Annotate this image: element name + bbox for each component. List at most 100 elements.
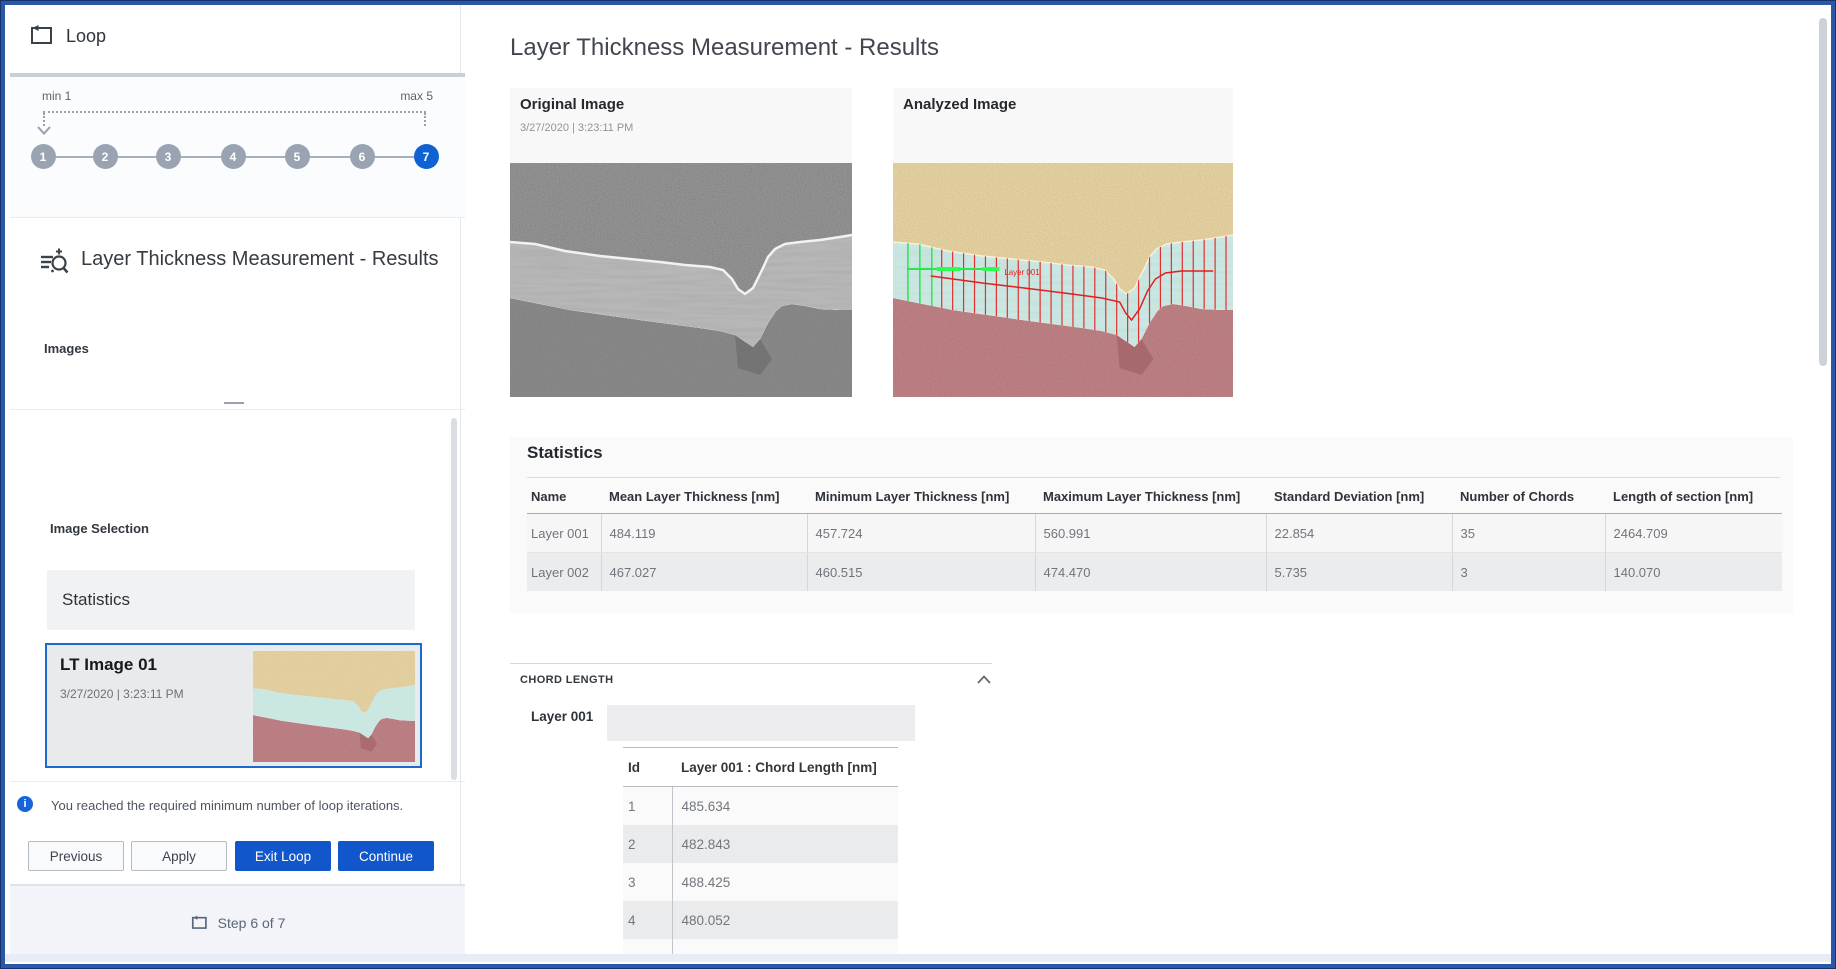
original-image-timestamp: 3/27/2020 | 3:23:11 PM	[520, 122, 633, 134]
image-card-lt-image-01[interactable]: LT Image 01 3/27/2020 | 3:23:11 PM	[45, 643, 422, 768]
stepper-range-line	[43, 111, 426, 113]
loop-sidebar: Loop min 1 max 5 1 2 3 4 5 6 7	[5, 5, 461, 954]
cell-chords: 3	[1452, 553, 1605, 592]
cell-mean: 467.027	[601, 553, 807, 592]
stepper-min-label: min 1	[42, 89, 71, 103]
measurement-results-icon	[39, 247, 71, 277]
column-header-maximum: Maximum Layer Thickness [nm]	[1035, 478, 1266, 514]
statistics-title: Statistics	[527, 443, 603, 463]
image-card-thumbnail	[253, 651, 415, 762]
cell-length: 140.070	[1605, 553, 1782, 592]
analyzed-image-card-header: Analyzed Image	[893, 88, 1233, 163]
step-5[interactable]: 5	[285, 144, 310, 169]
column-header-chord-length: Layer 001 : Chord Length [nm]	[672, 748, 898, 787]
sidebar-item-statistics[interactable]: Statistics	[47, 570, 415, 630]
cell-id: 4	[623, 901, 672, 939]
images-section-label: Images	[44, 341, 89, 356]
module-title: Layer Thickness Measurement - Results	[81, 248, 439, 271]
stepper-range-right-drop	[424, 113, 426, 126]
image-selection-label: Image Selection	[50, 521, 149, 536]
analyzed-image-title: Analyzed Image	[903, 96, 1016, 113]
step-counter: Step 6 of 7	[218, 915, 286, 931]
cell-id	[623, 939, 672, 955]
chord-length-section-title: CHORD LENGTH	[520, 674, 613, 686]
chord-length-table: Id Layer 001 : Chord Length [nm] 1 485.6…	[623, 747, 898, 955]
step-4-number: 4	[230, 150, 237, 164]
panel-resize-handle[interactable]	[224, 402, 244, 404]
cell-id: 2	[623, 825, 672, 863]
column-header-chords: Number of Chords	[1452, 478, 1605, 514]
analyzed-sem-image: Layer 001	[893, 163, 1233, 397]
chord-row-4: 4 480.052	[623, 901, 898, 939]
main-scrollbar-thumb[interactable]	[1819, 18, 1827, 366]
window-bottom-strip	[5, 954, 1831, 962]
table-row-layer-002: Layer 002 467.027 460.515 474.470 5.735 …	[527, 553, 1782, 592]
cell-stddev: 22.854	[1266, 514, 1452, 553]
app-window: Loop min 1 max 5 1 2 3 4 5 6 7	[0, 0, 1836, 969]
image-card-timestamp: 3/27/2020 | 3:23:11 PM	[60, 687, 184, 701]
loop-icon	[28, 23, 54, 47]
cell-mean: 484.119	[601, 514, 807, 553]
sidebar-divider	[10, 409, 465, 410]
continue-button[interactable]: Continue	[338, 841, 434, 871]
sidebar-scrollbar-thumb[interactable]	[451, 418, 457, 780]
image-card-title: LT Image 01	[60, 655, 157, 675]
previous-button[interactable]: Previous	[28, 841, 124, 871]
sidebar-divider	[10, 781, 465, 782]
cell-chord-length: 482.843	[672, 825, 898, 863]
chevron-up-icon[interactable]	[976, 674, 992, 686]
cell-chord-length: 485.634	[672, 787, 898, 826]
cell-chord-length: 480.052	[672, 901, 898, 939]
cell-name: Layer 002	[527, 553, 601, 592]
chord-row-1: 1 485.634	[623, 787, 898, 826]
info-icon	[17, 796, 33, 812]
cell-minimum: 460.515	[807, 553, 1035, 592]
step-2[interactable]: 2	[93, 144, 118, 169]
chord-row-clipped	[623, 939, 898, 955]
step-7-number: 7	[423, 150, 430, 164]
step-1[interactable]: 1	[31, 144, 56, 169]
column-header-mean: Mean Layer Thickness [nm]	[601, 478, 807, 514]
step-3[interactable]: 3	[156, 144, 181, 169]
sidebar-divider	[10, 217, 465, 218]
cell-id: 1	[623, 787, 672, 826]
page-title: Layer Thickness Measurement - Results	[510, 34, 939, 62]
statistics-header-row: Name Mean Layer Thickness [nm] Minimum L…	[527, 478, 1782, 514]
chord-row-3: 3 488.425	[623, 863, 898, 901]
column-header-minimum: Minimum Layer Thickness [nm]	[807, 478, 1035, 514]
step-7-active[interactable]: 7	[414, 144, 439, 169]
chord-header-row: Id Layer 001 : Chord Length [nm]	[623, 748, 898, 787]
step-6-number: 6	[359, 150, 366, 164]
loop-stepper: min 1 max 5 1 2 3 4 5 6 7	[10, 77, 465, 217]
cell-stddev: 5.735	[1266, 553, 1452, 592]
cell-id: 3	[623, 863, 672, 901]
apply-button[interactable]: Apply	[131, 841, 227, 871]
cell-chord-length: 488.425	[672, 863, 898, 901]
column-header-length: Length of section [nm]	[1605, 478, 1782, 514]
cell-chords: 35	[1452, 514, 1605, 553]
cell-minimum: 457.724	[807, 514, 1035, 553]
cell-length: 2464.709	[1605, 514, 1782, 553]
step-3-number: 3	[165, 150, 172, 164]
chord-section-divider	[510, 663, 992, 664]
statistics-item-label: Statistics	[62, 590, 130, 610]
step-6[interactable]: 6	[350, 144, 375, 169]
cell-maximum: 474.470	[1035, 553, 1266, 592]
chevron-down-icon	[36, 126, 52, 136]
layer-001-overlay-label: Layer 001	[1004, 268, 1040, 277]
chord-table-toolbar	[607, 705, 915, 741]
column-header-name: Name	[527, 478, 601, 514]
original-sem-image	[510, 163, 852, 397]
exit-loop-button[interactable]: Exit Loop	[235, 841, 331, 871]
column-header-stddev: Standard Deviation [nm]	[1266, 478, 1452, 514]
step-4[interactable]: 4	[221, 144, 246, 169]
original-image-card-header: Original Image 3/27/2020 | 3:23:11 PM	[510, 88, 852, 163]
loop-info-message: You reached the required minimum number …	[51, 798, 455, 813]
step-5-number: 5	[294, 150, 301, 164]
step-2-number: 2	[102, 150, 109, 164]
step-1-number: 1	[40, 150, 47, 164]
column-header-id: Id	[623, 748, 672, 787]
original-image-title: Original Image	[520, 96, 624, 113]
stepper-max-label: max 5	[390, 89, 433, 103]
chord-layer-label: Layer 001	[531, 709, 593, 724]
